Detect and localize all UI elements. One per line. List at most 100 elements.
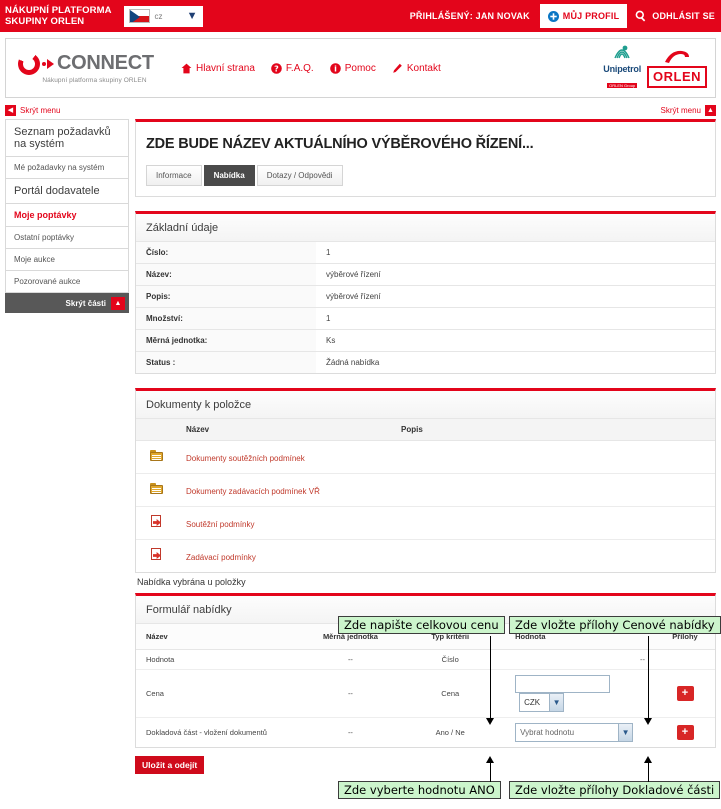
table-row[interactable]: Dokumenty zadávacích podmínek VŘ — [136, 473, 715, 507]
top-bar: NÁKUPNÍ PLATFORMA SKUPINY ORLEN cz ▼ PŘI… — [0, 0, 721, 32]
sidebar-item-me-pozadavky[interactable]: Mé požadavky na systém — [5, 157, 129, 179]
chevron-down-icon: ▼ — [618, 724, 633, 741]
my-profile-button[interactable]: MŮJ PROFIL — [539, 4, 628, 28]
row-label: Množství: — [136, 307, 316, 330]
table-row[interactable]: Soutěžní podmínky — [136, 506, 715, 540]
hide-menu-right-button[interactable]: Skrýt menu ▲ — [661, 104, 716, 116]
nav-faq[interactable]: ? F.A.Q. — [271, 63, 314, 74]
chevron-down-icon[interactable]: ▼ — [187, 10, 198, 22]
documents-table: Název Popis Dokumenty soutěžních podmíne… — [136, 418, 715, 572]
nav-label: Hlavní strana — [196, 62, 255, 74]
criterion-name: Hodnota — [136, 649, 306, 670]
row-value: Ks — [316, 329, 715, 352]
price-input[interactable] — [515, 675, 611, 693]
annotation-documents-attachment-arrow-line — [648, 762, 649, 782]
row-value: výběrové řízení — [316, 263, 715, 286]
sidebar-item-moje-aukce[interactable]: Moje aukce — [5, 249, 129, 271]
row-label: Měrná jednotka: — [136, 329, 316, 352]
folder-icon — [136, 473, 176, 507]
tab-label: Nabídka — [213, 171, 245, 180]
document-link[interactable]: Zadávací podmínky — [186, 553, 256, 562]
sidebar-item-moje-poptavky[interactable]: Moje poptávky — [5, 204, 129, 227]
connect-subtitle: Nákupní platforma skupiny ORLEN — [42, 77, 147, 84]
header-nav: Hlavní strana ? F.A.Q. i Pomoc Kontakt — [181, 63, 441, 74]
logged-in-user: PŘIHLÁŠENÝ: JAN NOVAK — [409, 11, 530, 21]
question-icon: ? — [271, 62, 282, 74]
czech-flag-icon — [128, 9, 150, 23]
offer-form-table: Název Měrná jednotka Typ kritérii Hodnot… — [136, 623, 715, 747]
annotation-price-attachment-label: Zde vložte přílohy Cenové nabídky — [509, 616, 721, 634]
unipetrol-sub: ORLEN Group — [607, 83, 638, 88]
hide-menu-left-label: Skrýt menu — [20, 105, 61, 115]
chevron-up-icon: ▲ — [111, 296, 125, 310]
annotation-price-arrow-head — [486, 718, 494, 725]
add-attachment-documents-button[interactable]: + — [676, 725, 694, 740]
col-desc: Popis — [391, 418, 715, 441]
hide-sections-label: Skrýt části — [65, 298, 106, 308]
table-row: Status : Žádná nabídka — [136, 351, 715, 373]
site-header: CONNECT Nákupní platforma skupiny ORLEN … — [5, 38, 716, 98]
currency-select[interactable]: CZK ▼ — [519, 693, 565, 712]
logout-button[interactable]: ODHLÁSIT SE — [635, 4, 721, 28]
annotation-yes-arrow-head — [486, 756, 494, 763]
row-value: výběrové řízení — [316, 285, 715, 308]
language-selector[interactable]: cz ▼ — [123, 5, 203, 27]
sidebar-item-ostatni-poptavky[interactable]: Ostatní poptávky — [5, 227, 129, 249]
table-header-row: Název Popis — [136, 418, 715, 441]
sidebar-item-pozorovane-aukce[interactable]: Pozorované aukce — [5, 271, 129, 293]
save-and-exit-button[interactable]: Uložit a odejít — [135, 756, 205, 774]
nav-hlavni-strana[interactable]: Hlavní strana — [181, 63, 255, 74]
criterion-type: Číslo — [395, 649, 506, 670]
annotation-price-label: Zde napište celkovou cenu — [338, 616, 505, 634]
title-panel: ZDE BUDE NÁZEV AKTUÁLNÍHO VÝBĚROVÉHO ŘÍZ… — [135, 119, 716, 197]
hide-menu-left-button[interactable]: ◀ Skrýt menu — [5, 104, 61, 116]
document-link[interactable]: Dokumenty zadávacích podmínek VŘ — [186, 487, 320, 496]
offer-note: Nabídka vybrána u položky — [137, 577, 246, 587]
table-row[interactable]: Zadávací podmínky — [136, 539, 715, 572]
nav-kontakt[interactable]: Kontakt — [392, 63, 441, 74]
row-label: Popis: — [136, 285, 316, 308]
nav-label: Kontakt — [406, 62, 441, 74]
document-link[interactable]: Soutěžní podmínky — [186, 520, 254, 529]
nav-pomoc[interactable]: i Pomoc — [329, 63, 376, 74]
chevron-left-icon: ◀ — [5, 104, 16, 116]
annotation-price-arrow-line — [490, 636, 491, 720]
col-name: Název — [176, 418, 391, 441]
basic-info-section: Základní údaje Číslo: 1 Název: výběrové … — [135, 211, 716, 374]
tab-bar: Informace Nabídka Dotazy / Odpovědi — [146, 165, 705, 186]
document-link[interactable]: Dokumenty soutěžních podmínek — [186, 454, 305, 463]
tab-nabidka[interactable]: Nabídka — [203, 165, 255, 186]
row-value: 1 — [316, 241, 715, 264]
pdf-icon — [136, 506, 176, 540]
page-title: ZDE BUDE NÁZEV AKTUÁLNÍHO VÝBĚROVÉHO ŘÍZ… — [146, 136, 534, 152]
hide-menu-bar: ◀ Skrýt menu Skrýt menu ▲ — [5, 102, 716, 118]
add-attachment-price-button[interactable]: + — [676, 686, 694, 701]
table-row: Popis: výběrové řízení — [136, 285, 715, 308]
folder-icon — [136, 440, 176, 474]
col-icon — [136, 418, 176, 441]
sidebar-item-label: Moje poptávky — [14, 210, 77, 220]
table-row[interactable]: Dokumenty soutěžních podmínek — [136, 440, 715, 474]
plus-circle-icon — [547, 10, 559, 22]
sidebar-item-seznam-pozadavku[interactable]: Seznam požadavků na systém — [5, 119, 129, 157]
criterion-unit: -- — [305, 649, 396, 670]
criterion-value: -- — [640, 655, 646, 664]
criterion-unit: -- — [305, 717, 396, 747]
row-label: Název: — [136, 263, 316, 286]
yes-no-select[interactable]: Vybrat hodnotu ▼ — [515, 723, 634, 742]
connect-triangle-icon — [47, 58, 54, 69]
connect-dot-icon — [42, 61, 46, 66]
tab-dotazy-odpovedi[interactable]: Dotazy / Odpovědi — [256, 165, 343, 186]
connect-logo[interactable]: CONNECT Nákupní platforma skupiny ORLEN — [6, 52, 171, 84]
sidebar-item-portal-dodavatele[interactable]: Portál dodavatele — [5, 179, 129, 204]
pdf-icon — [136, 539, 176, 572]
yes-no-value: Vybrat hodnotu — [520, 728, 575, 737]
sidebar-item-label: Mé požadavky na systém — [14, 163, 105, 172]
criterion-unit: -- — [305, 669, 396, 718]
tab-informace[interactable]: Informace — [146, 165, 202, 186]
tab-label: Dotazy / Odpovědi — [266, 171, 333, 180]
language-code: cz — [154, 11, 163, 21]
nav-label: F.A.Q. — [285, 62, 314, 74]
hide-sections-button[interactable]: Skrýt části ▲ — [5, 293, 129, 313]
orlen-logo: ORLEN — [647, 49, 707, 88]
